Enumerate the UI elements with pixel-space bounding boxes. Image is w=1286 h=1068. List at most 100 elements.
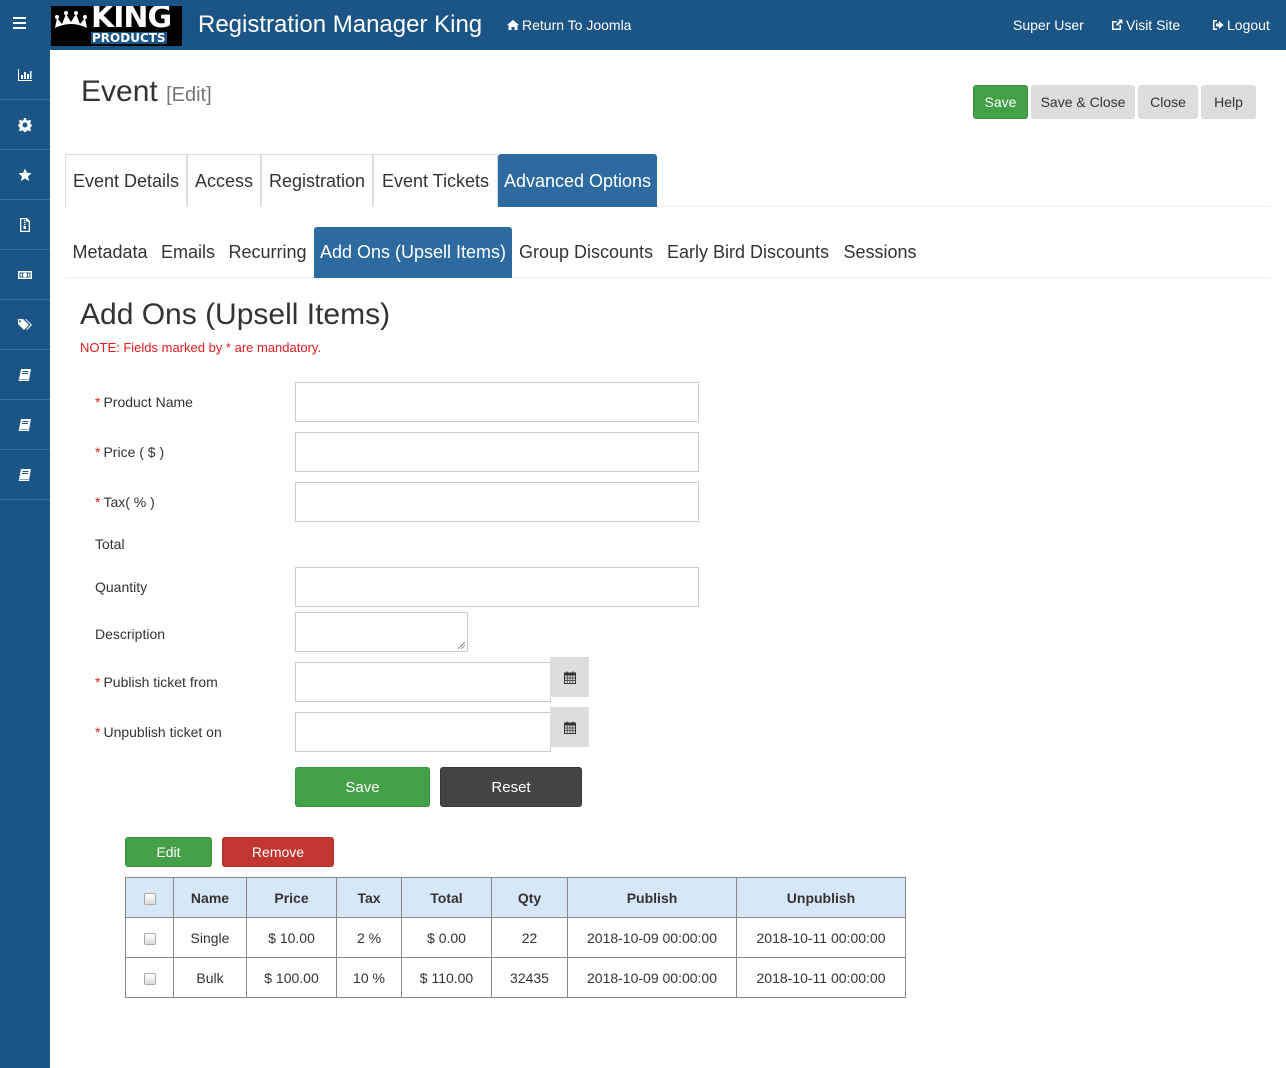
cell-name: Bulk <box>173 957 247 998</box>
cell-total: $ 0.00 <box>401 917 492 958</box>
king-products-logo[interactable]: KING PRODUCTS <box>51 6 182 46</box>
product-name-label: * Product Name <box>95 394 193 410</box>
tab-advanced-options[interactable]: Advanced Options <box>498 154 657 207</box>
required-mark: * <box>95 674 101 690</box>
publish-from-label-text: Publish ticket from <box>103 674 218 690</box>
cell-unpublish: 2018-10-11 00:00:00 <box>736 917 906 958</box>
subtab-emails[interactable]: Emails <box>155 227 221 278</box>
add-ons-table: Name Price Tax Total Qty Publish Unpubli… <box>125 877 906 998</box>
price-label: * Price ( $ ) <box>95 444 164 460</box>
price-input[interactable] <box>295 432 699 472</box>
required-mark: * <box>95 394 101 410</box>
row-checkbox[interactable] <box>143 932 156 945</box>
sign-out-icon <box>1213 20 1224 30</box>
cell-publish: 2018-10-09 00:00:00 <box>567 917 737 958</box>
gear-icon <box>18 117 32 132</box>
unpublish-on-calendar-button[interactable] <box>550 707 589 747</box>
column-header-tax[interactable]: Tax <box>336 877 402 918</box>
tab-event-tickets[interactable]: Event Tickets <box>373 154 498 207</box>
row-select-cell <box>125 957 174 998</box>
subtab-sessions[interactable]: Sessions <box>836 227 924 278</box>
required-mark: * <box>95 724 101 740</box>
form-reset-button[interactable]: Reset <box>440 767 582 807</box>
subtab-early-bird-discounts[interactable]: Early Bird Discounts <box>660 227 836 278</box>
unpublish-on-label-text: Unpublish ticket on <box>103 724 222 740</box>
sidebar-item-coupons[interactable] <box>0 300 50 350</box>
row-checkbox[interactable] <box>143 972 156 985</box>
money-icon <box>18 270 32 279</box>
calendar-icon <box>563 721 576 734</box>
cell-qty: 32435 <box>491 957 568 998</box>
description-textarea[interactable] <box>295 612 468 652</box>
select-all-checkbox[interactable] <box>143 892 156 905</box>
column-header-unpublish[interactable]: Unpublish <box>736 877 906 918</box>
tax-label-text: Tax( % ) <box>103 494 155 510</box>
logo-subtext: PRODUCTS <box>91 31 167 45</box>
edit-button[interactable]: Edit <box>125 837 212 867</box>
column-header-publish[interactable]: Publish <box>567 877 737 918</box>
cell-unpublish: 2018-10-11 00:00:00 <box>736 957 906 998</box>
book-icon <box>18 418 31 431</box>
quantity-label: Quantity <box>95 579 148 595</box>
tax-input[interactable] <box>295 482 699 522</box>
tags-icon <box>18 318 32 330</box>
sidebar-item-payments[interactable] <box>0 250 50 300</box>
tax-label: * Tax( % ) <box>95 494 155 510</box>
sidebar-item-files[interactable] <box>0 200 50 250</box>
save-and-close-button[interactable]: Save & Close <box>1031 85 1135 119</box>
return-to-joomla-link[interactable]: Return To Joomla <box>507 17 631 33</box>
top-navbar: KING PRODUCTS Registration Manager King … <box>0 0 1286 50</box>
book-icon <box>18 468 31 481</box>
sidebar-item-featured[interactable] <box>0 150 50 200</box>
return-to-joomla-label: Return To Joomla <box>522 17 632 33</box>
cell-tax: 2 % <box>336 917 402 958</box>
sidebar-item-docs-1[interactable] <box>0 350 50 400</box>
publish-from-calendar-button[interactable] <box>550 657 589 697</box>
table-row[interactable]: Bulk $ 100.00 10 % $ 110.00 32435 2018-1… <box>125 957 906 998</box>
visit-site-link[interactable]: Visit Site <box>1111 17 1180 33</box>
page-title-text: Event <box>81 75 158 108</box>
description-label: Description <box>95 626 166 642</box>
close-button[interactable]: Close <box>1138 85 1198 119</box>
logo-text: KING <box>91 6 172 35</box>
product-name-input[interactable] <box>295 382 699 422</box>
sidebar-item-docs-2[interactable] <box>0 400 50 450</box>
remove-button[interactable]: Remove <box>222 837 334 867</box>
unpublish-on-input[interactable] <box>295 712 551 752</box>
cell-price: $ 10.00 <box>246 917 337 958</box>
subtab-metadata[interactable]: Metadata <box>65 227 155 278</box>
publish-from-input[interactable] <box>295 662 551 702</box>
sidebar <box>0 50 50 1068</box>
cell-total: $ 110.00 <box>401 957 492 998</box>
sidebar-item-dashboard[interactable] <box>0 50 50 100</box>
table-row[interactable]: Single $ 10.00 2 % $ 0.00 22 2018-10-09 … <box>125 917 906 958</box>
super-user-link[interactable]: Super User <box>1013 17 1084 33</box>
sidebar-item-docs-3[interactable] <box>0 450 50 500</box>
form-save-button[interactable]: Save <box>295 767 430 807</box>
user-name: Super User <box>1013 17 1084 33</box>
help-button[interactable]: Help <box>1201 85 1256 119</box>
tab-access[interactable]: Access <box>187 154 261 207</box>
menu-toggle-icon[interactable] <box>13 17 26 31</box>
bar-chart-icon <box>18 68 32 81</box>
required-mark: * <box>95 444 101 460</box>
save-button[interactable]: Save <box>973 85 1028 119</box>
subtab-recurring[interactable]: Recurring <box>221 227 314 278</box>
unpublish-on-label: * Unpublish ticket on <box>95 724 222 740</box>
column-header-price[interactable]: Price <box>246 877 337 918</box>
subtab-group-discounts[interactable]: Group Discounts <box>512 227 660 278</box>
column-header-name[interactable]: Name <box>173 877 247 918</box>
column-header-qty[interactable]: Qty <box>491 877 568 918</box>
resize-handle-icon[interactable] <box>458 642 465 649</box>
logout-link[interactable]: Logout <box>1212 17 1270 33</box>
tab-registration[interactable]: Registration <box>261 154 373 207</box>
calendar-icon <box>563 671 576 684</box>
star-icon <box>18 168 32 181</box>
subtab-add-ons[interactable]: Add Ons (Upsell Items) <box>314 227 512 278</box>
cell-name: Single <box>173 917 247 958</box>
column-header-total[interactable]: Total <box>401 877 492 918</box>
table-header-row: Name Price Tax Total Qty Publish Unpubli… <box>125 877 906 918</box>
quantity-input[interactable] <box>295 567 699 607</box>
tab-event-details[interactable]: Event Details <box>65 154 187 207</box>
sidebar-item-settings[interactable] <box>0 100 50 150</box>
